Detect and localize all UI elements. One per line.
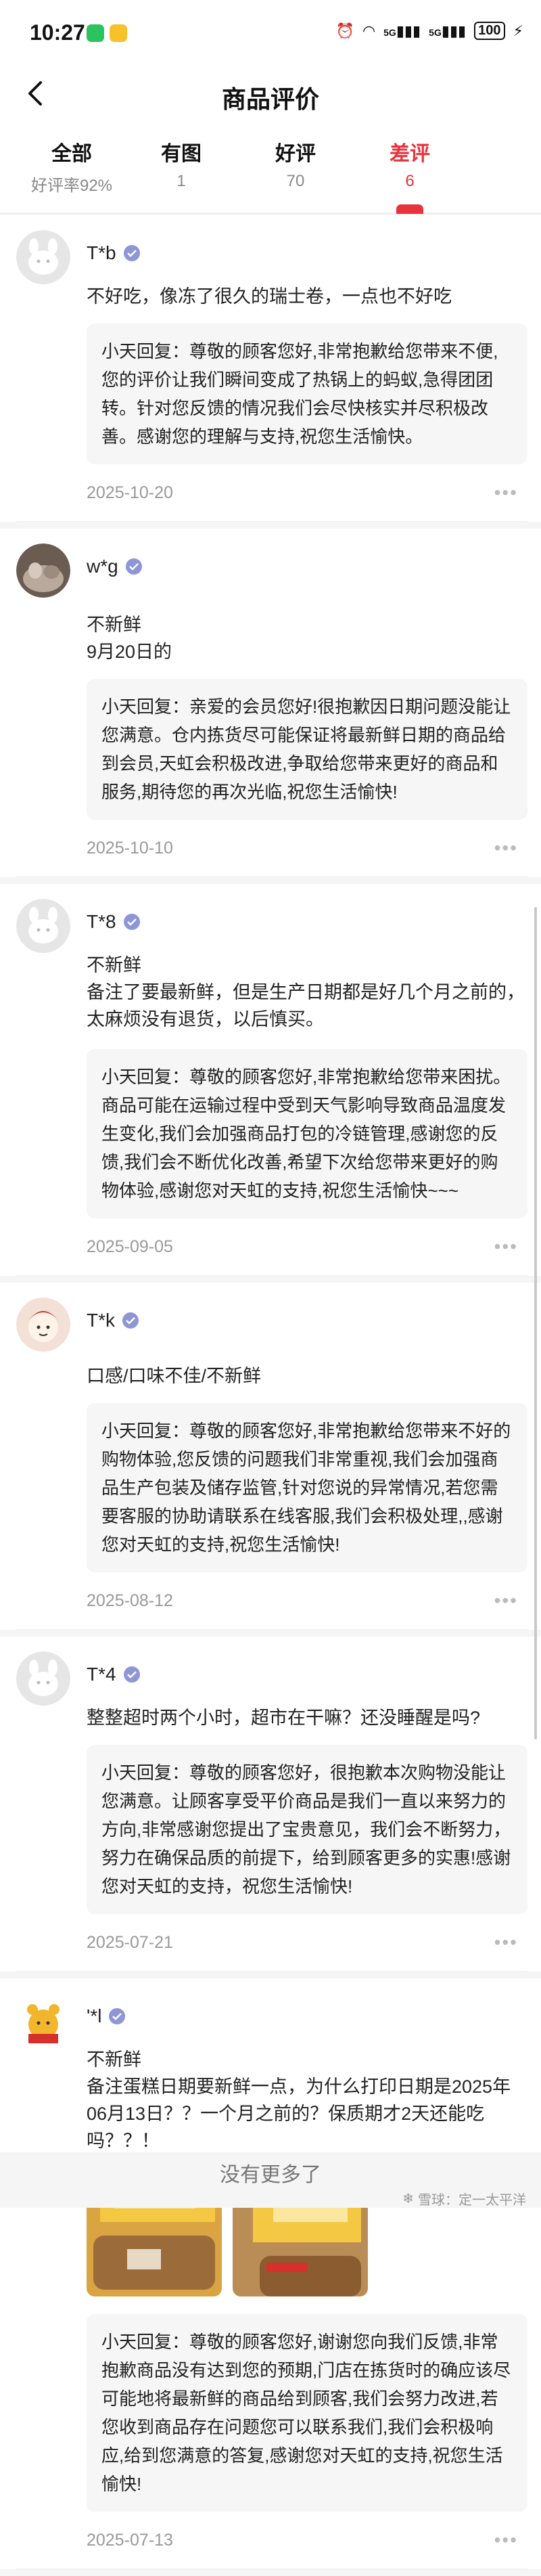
verified-badge-icon (125, 558, 142, 575)
user-row: w*g (87, 556, 143, 577)
review-date: 2025-10-10 (87, 838, 173, 858)
review-date: 2025-09-05 (87, 1237, 173, 1256)
review-date: 2025-08-12 (87, 1591, 173, 1610)
tab-label: 全部 (51, 143, 92, 165)
review-date: 2025-07-21 (87, 1932, 173, 1952)
alarm-icon: ⏰ (335, 22, 354, 39)
filter-tabs: 全部 好评率92% 有图 1 好评 70 差评 6 (0, 118, 541, 214)
snowball-logo-icon: ❄ (402, 2192, 414, 2206)
tab-label: 差评 (390, 143, 430, 165)
merchant-reply: 小天回复：尊敬的顾客您好,非常抱歉给您带来困扰。商品可能在运输过程中受到天气影响… (87, 1049, 527, 1218)
review-item: T*4 整整超时两个小时，超市在干嘛？还没睡醒是吗? 小天回复：尊敬的顾客您好，… (0, 1637, 541, 1972)
review-item: T*8 不新鲜 备注了要最新鲜，但是生产日期都是好几个月之前的，太麻烦没有退货，… (0, 884, 541, 1276)
username: w*g (87, 556, 118, 577)
review-text: 整整超时两个小时，超市在干嘛？还没睡醒是吗? (87, 1708, 481, 1728)
review-footer: 2025-10-10 ••• (16, 820, 527, 877)
charging-icon: ⚡ (513, 22, 523, 39)
review-list: T*b 不好吃，像冻了很久的瑞士卷，一点也不好吃 小天回复：尊敬的顾客您好,非常… (0, 215, 541, 2576)
review-date: 2025-07-13 (87, 2530, 173, 2550)
signal-icon-2: 5G▮▮▮ (429, 22, 467, 39)
more-dots-icon[interactable]: ••• (494, 2529, 527, 2551)
tab-negative[interactable]: 差评 6 (372, 118, 448, 214)
tab-label: 好评 (275, 143, 316, 165)
no-more-text: 没有更多了 (220, 2164, 321, 2186)
status-notification-icons (87, 24, 127, 42)
more-dots-icon[interactable]: ••• (494, 837, 527, 859)
verified-badge-icon (123, 914, 140, 930)
verified-badge-icon (122, 1312, 139, 1329)
avatar (16, 1297, 70, 1352)
avatar (16, 230, 70, 284)
username: '*l (87, 2005, 102, 2026)
wifi-icon: ◠ (362, 22, 376, 39)
tab-all[interactable]: 全部 好评率92% (0, 118, 143, 213)
review-text: 不新鲜 9月20日的 (87, 615, 172, 662)
page-title: 商品评价 (221, 85, 319, 113)
scrollbar[interactable] (534, 907, 537, 1739)
merchant-reply: 小天回复：亲爱的会员您好!很抱歉因日期问题没能让您满意。仓内拣货尽可能保证将最新… (87, 679, 527, 820)
user-row: T*8 (87, 911, 141, 933)
app-icon (110, 24, 127, 42)
more-dots-icon[interactable]: ••• (494, 1932, 527, 1953)
active-tab-indicator (396, 204, 423, 214)
avatar (16, 899, 70, 953)
username: T*4 (87, 1664, 116, 1685)
user-row: T*k (87, 1310, 139, 1331)
review-footer: 2025-09-05 ••• (16, 1218, 527, 1276)
verified-badge-icon (109, 2008, 126, 2024)
header: 商品评价 (0, 72, 541, 118)
user-row: '*l (87, 2005, 126, 2027)
review-footer: 2025-08-12 ••• (16, 1572, 527, 1630)
avatar (16, 543, 70, 598)
username: T*b (87, 242, 116, 263)
status-bar: 10:27 ⏰ ◠ 5G▮▮▮ 5G▮▮▮ 100 ⚡ (0, 0, 541, 72)
review-date: 2025-10-20 (87, 483, 173, 502)
merchant-reply: 小天回复：尊敬的顾客您好,非常抱歉给您带来不便,您的评价让我们瞬间变成了热锅上的… (87, 324, 527, 464)
merchant-reply: 小天回复：尊敬的顾客您好,谢谢您向我们反馈,非常抱歉商品没有达到您的预期,门店在… (87, 2314, 527, 2512)
verified-badge-icon (123, 245, 140, 261)
review-footer: 2025-10-20 ••• (16, 464, 527, 522)
signal-icon: 5G▮▮▮ (383, 22, 421, 39)
tab-positive[interactable]: 好评 70 (219, 118, 372, 213)
merchant-reply: 小天回复：尊敬的顾客您好,非常抱歉给您带来不好的购物体验,您反馈的问题我们非常重… (87, 1403, 527, 1572)
tab-sub: 70 (286, 172, 305, 190)
review-footer: 2025-07-13 ••• (16, 2512, 527, 2569)
verified-badge-icon (123, 1666, 140, 1683)
more-dots-icon[interactable]: ••• (494, 1590, 527, 1612)
review-item: '*l 不新鲜 备注蛋糕日期要新鲜一点，为什么打印日期是2025年06月13日？… (0, 1978, 541, 2569)
user-row: T*4 (87, 1664, 141, 1685)
app-root: 10:27 ⏰ ◠ 5G▮▮▮ 5G▮▮▮ 100 ⚡ 商品评价 全部 好评率9… (0, 0, 541, 2569)
review-footer: 2025-07-21 ••• (16, 1914, 527, 1972)
username: T*k (87, 1310, 115, 1331)
list-end: 没有更多了 ❄ 雪球：定一太平洋 (0, 2152, 541, 2208)
tab-sub: 好评率92% (30, 177, 113, 195)
username: T*8 (87, 911, 116, 932)
status-right: ⏰ ◠ 5G▮▮▮ 5G▮▮▮ 100 ⚡ (336, 22, 523, 40)
review-text: 口感/口味不佳/不新鲜 (87, 1366, 262, 1386)
review-text: 不好吃，像冻了很久的瑞士卷，一点也不好吃 (87, 286, 452, 307)
tab-sub: 1 (177, 172, 186, 190)
watermark: ❄ 雪球：定一太平洋 (402, 2189, 526, 2208)
more-dots-icon[interactable]: ••• (494, 1236, 527, 1258)
review-text: 不新鲜 备注了要最新鲜，但是生产日期都是好几个月之前的，太麻烦没有退货，以后慎买… (87, 955, 525, 1029)
review-item: T*k 口感/口味不佳/不新鲜 小天回复：尊敬的顾客您好,非常抱歉给您带来不好的… (0, 1283, 541, 1630)
battery-icon: 100 (474, 22, 505, 40)
more-dots-icon[interactable]: ••• (494, 482, 527, 504)
user-row: T*b (87, 242, 141, 264)
tab-sub: 6 (405, 172, 415, 190)
review-text: 不新鲜 备注蛋糕日期要新鲜一点，为什么打印日期是2025年06月13日？？一个月… (87, 2049, 511, 2151)
merchant-reply: 小天回复：尊敬的顾客您好，很抱歉本次购物没能让您满意。让顾客享受平价商品是我们一… (87, 1745, 527, 1914)
watermark-text: 雪球：定一太平洋 (418, 2193, 526, 2208)
status-time: 10:27 (30, 20, 85, 45)
tab-label: 有图 (161, 143, 202, 165)
tab-with-images[interactable]: 有图 1 (143, 118, 219, 213)
avatar (16, 1651, 70, 1706)
avatar (16, 1993, 70, 2047)
wechat-icon (87, 24, 104, 42)
review-item: T*b 不好吃，像冻了很久的瑞士卷，一点也不好吃 小天回复：尊敬的顾客您好,非常… (0, 215, 541, 522)
review-item: w*g 不新鲜 9月20日的 小天回复：亲爱的会员您好!很抱歉因日期问题没能让您… (0, 529, 541, 877)
